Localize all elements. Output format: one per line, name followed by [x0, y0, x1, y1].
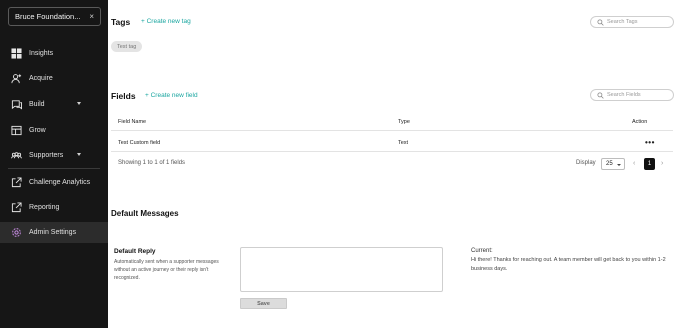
- table-row: Test Custom field Text •••: [111, 134, 673, 152]
- page-size-select[interactable]: 25: [601, 158, 625, 170]
- organization-name: Bruce Foundation...: [15, 12, 81, 21]
- create-field-link[interactable]: + Create new field: [145, 92, 198, 99]
- save-button[interactable]: Save: [240, 298, 287, 309]
- page-button-current[interactable]: 1: [644, 158, 655, 170]
- sidebar-item-reporting[interactable]: Reporting: [0, 197, 108, 217]
- gear-icon: [11, 227, 22, 238]
- fields-title: Fields: [111, 91, 136, 101]
- external-link-icon: [11, 176, 22, 188]
- field-type-cell: Text: [398, 139, 409, 146]
- board-icon: [11, 125, 22, 136]
- chevron-down-icon: [77, 153, 81, 156]
- sidebar-item-insights[interactable]: Insights: [0, 43, 108, 63]
- sidebar-item-label: Admin Settings: [29, 229, 77, 236]
- column-header-action: Action: [632, 119, 648, 125]
- field-name-cell: Test Custom field: [118, 139, 161, 146]
- create-tag-link[interactable]: + Create new tag: [141, 18, 191, 25]
- default-reply-textarea[interactable]: [240, 247, 443, 292]
- sidebar-item-admin-settings[interactable]: Admin Settings: [0, 222, 108, 243]
- column-header-type: Type: [398, 119, 410, 125]
- sidebar-divider: [8, 168, 100, 169]
- sidebar-item-acquire[interactable]: Acquire: [0, 68, 108, 88]
- sidebar-item-label: Challenge Analytics: [29, 178, 91, 186]
- people-icon: [11, 150, 22, 161]
- chat-icon: [11, 99, 22, 110]
- tags-title: Tags: [111, 17, 131, 27]
- sidebar-item-build[interactable]: Build: [0, 94, 108, 114]
- organization-selector[interactable]: Bruce Foundation... ×: [8, 7, 101, 26]
- more-actions-icon[interactable]: •••: [645, 134, 655, 151]
- chevron-down-icon: [617, 164, 621, 166]
- search-icon: [597, 18, 604, 26]
- default-messages-title: Default Messages: [111, 209, 179, 218]
- search-icon: [597, 91, 604, 99]
- current-label: Current:: [471, 248, 493, 254]
- search-tags-placeholder: Search Tags: [607, 19, 638, 25]
- close-icon[interactable]: ×: [89, 12, 94, 21]
- column-header-field-name: Field Name: [118, 119, 147, 125]
- sidebar-item-challenge-analytics[interactable]: Challenge Analytics: [0, 172, 108, 192]
- pagination-summary: Showing 1 to 1 of 1 fields: [118, 160, 186, 166]
- sidebar-item-label: Acquire: [29, 74, 53, 82]
- add-user-icon: [11, 73, 22, 84]
- grid-icon: [11, 47, 22, 59]
- sidebar: Bruce Foundation... × Insights Acquire B…: [0, 0, 108, 328]
- sidebar-item-label: Supporters: [29, 151, 64, 159]
- sidebar-item-grow[interactable]: Grow: [0, 120, 108, 140]
- main-content: Tags + Create new tag Search Tags Test t…: [108, 0, 688, 328]
- sidebar-item-label: Build: [29, 100, 45, 108]
- default-reply-title: Default Reply: [114, 248, 156, 255]
- sidebar-item-label: Grow: [29, 126, 46, 134]
- next-page-button[interactable]: ›: [661, 160, 663, 167]
- page-size-value: 25: [606, 161, 613, 167]
- sidebar-item-label: Insights: [29, 49, 54, 57]
- search-fields-placeholder: Search Fields: [607, 92, 641, 98]
- sidebar-item-supporters[interactable]: Supporters: [0, 145, 108, 165]
- external-link-icon: [11, 201, 22, 213]
- chevron-down-icon: [77, 102, 81, 105]
- current-message-text: Hi there! Thanks for reaching out. A tea…: [471, 257, 666, 272]
- default-reply-description: Automatically sent when a supporter mess…: [114, 259, 219, 281]
- search-tags-input[interactable]: Search Tags: [590, 16, 674, 28]
- sidebar-item-label: Reporting: [29, 203, 60, 211]
- prev-page-button[interactable]: ‹: [633, 160, 635, 167]
- search-fields-input[interactable]: Search Fields: [590, 89, 674, 101]
- display-label: Display: [576, 160, 596, 166]
- fields-table-header: Field Name Type Action: [111, 114, 673, 131]
- tag-chip[interactable]: Test tag: [111, 41, 143, 52]
